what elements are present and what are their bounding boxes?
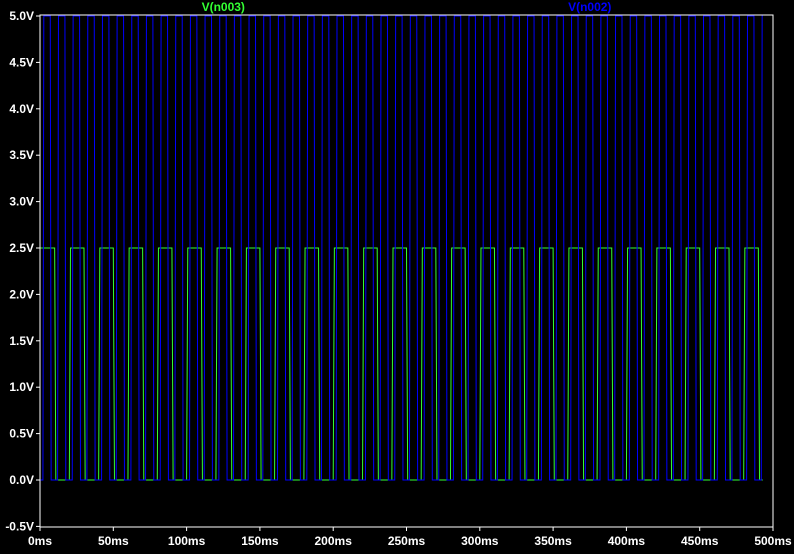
y-tick-label: 2.0V bbox=[9, 287, 34, 301]
y-tick-label: 5.0V bbox=[9, 9, 34, 23]
x-tick-label: 50ms bbox=[98, 534, 129, 548]
x-tick-label: 500ms bbox=[754, 534, 792, 548]
y-tick-label: 4.0V bbox=[9, 102, 34, 116]
waveform-plot: -0.5V 0.0V 0.5V 1.0V 1.5V 2.0V 2.5V 3.0V 3.5V 4.0… bbox=[0, 0, 794, 549]
y-tick-label: 0.0V bbox=[9, 473, 34, 487]
x-tick-label: 300ms bbox=[461, 534, 499, 548]
x-tick-label: 0ms bbox=[28, 534, 52, 548]
plot-background bbox=[0, 0, 794, 549]
y-tick-label: 3.5V bbox=[9, 148, 34, 162]
x-tick-label: 100ms bbox=[168, 534, 206, 548]
y-tick-label: 1.5V bbox=[9, 334, 34, 348]
x-tick-label: 150ms bbox=[241, 534, 279, 548]
y-tick-label: 2.5V bbox=[9, 241, 34, 255]
y-tick-label: 1.0V bbox=[9, 380, 34, 394]
y-tick-label: -0.5V bbox=[5, 519, 34, 533]
y-tick-label: 4.5V bbox=[9, 55, 34, 69]
legend-series-v-n002[interactable]: V(n002) bbox=[568, 0, 611, 14]
legend-series-v-n003[interactable]: V(n003) bbox=[202, 0, 245, 14]
plot-svg: -0.5V 0.0V 0.5V 1.0V 1.5V 2.0V 2.5V 3.0V 3.5V 4.0… bbox=[0, 0, 794, 549]
x-tick-label: 250ms bbox=[388, 534, 426, 548]
x-tick-label: 350ms bbox=[534, 534, 572, 548]
x-tick-label: 450ms bbox=[681, 534, 719, 548]
x-tick-label: 200ms bbox=[315, 534, 353, 548]
x-tick-label: 400ms bbox=[608, 534, 646, 548]
y-tick-label: 0.5V bbox=[9, 427, 34, 441]
y-tick-label: 3.0V bbox=[9, 195, 34, 209]
